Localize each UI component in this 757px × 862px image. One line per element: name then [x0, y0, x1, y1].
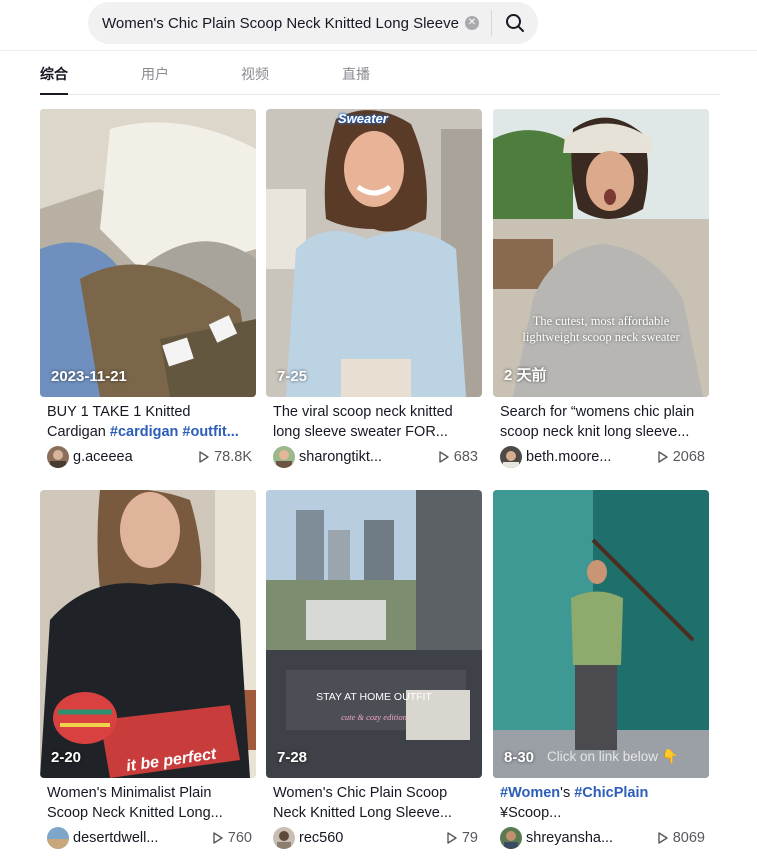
avatar[interactable] — [273, 446, 295, 468]
video-description[interactable]: Women's Minimalist Plain Scoop Neck Knit… — [47, 783, 252, 823]
play-count: 78.8K — [198, 449, 252, 465]
video-meta: desertdwell... 760 — [47, 827, 252, 851]
video-meta: shreyansha... 8069 — [500, 827, 705, 851]
video-date-badge: 8-30 — [504, 749, 535, 766]
video-meta: rec560 79 — [273, 827, 478, 851]
author-name[interactable]: desertdwell... — [73, 830, 185, 846]
video-date-badge: 2023-11-21 — [51, 368, 127, 385]
video-overlay-text: Sweater — [338, 111, 388, 126]
video-card[interactable]: The cutest, most affordable lightweight … — [493, 109, 709, 470]
play-icon — [199, 451, 209, 463]
tab-live[interactable]: 直播 — [342, 64, 370, 95]
play-count: 2068 — [657, 449, 705, 465]
video-date-badge: 2 天前 — [504, 367, 547, 384]
hashtag-link[interactable]: #cardigan — [110, 424, 179, 440]
video-card[interactable]: Click on link below 👇 8-30 #Women's #Chi… — [493, 490, 709, 851]
video-description[interactable]: The viral scoop neck knitted long sleeve… — [273, 402, 478, 442]
avatar[interactable] — [273, 827, 295, 849]
video-thumbnail[interactable]: it be perfect 2-20 — [40, 490, 256, 778]
video-meta: g.aceeea 78.8K — [47, 446, 252, 470]
video-date-badge: 2-20 — [51, 749, 82, 766]
video-overlay-text: The cutest, most affordable lightweight … — [522, 314, 680, 344]
author-name[interactable]: g.aceeea — [73, 449, 185, 465]
video-thumbnail[interactable]: 2023-11-21 — [40, 109, 256, 397]
author-name[interactable]: sharongtikt... — [299, 449, 411, 465]
video-overlay-subtext: cute & cozy edition — [341, 712, 407, 722]
search-icon — [506, 14, 524, 32]
author-name[interactable]: shreyansha... — [526, 830, 638, 846]
video-thumbnail[interactable]: The cutest, most affordable lightweight … — [493, 109, 709, 397]
video-date-badge: 7-28 — [277, 749, 308, 766]
search-button[interactable] — [492, 2, 538, 44]
play-icon — [658, 451, 668, 463]
video-date-badge: 7-25 — [277, 368, 308, 385]
avatar[interactable] — [47, 827, 69, 849]
hashtag-link[interactable]: #outfit... — [182, 424, 238, 440]
search-input[interactable] — [102, 2, 460, 44]
tab-all[interactable]: 综合 — [40, 64, 68, 95]
play-count: 8069 — [657, 830, 705, 846]
video-thumbnail[interactable]: Click on link below 👇 8-30 — [493, 490, 709, 778]
tab-videos[interactable]: 视频 — [241, 64, 269, 95]
play-count: 79 — [446, 830, 478, 846]
play-icon — [658, 832, 668, 844]
avatar[interactable] — [500, 446, 522, 468]
play-icon — [439, 451, 449, 463]
video-thumbnail[interactable]: STAY AT HOME OUTFIT cute & cozy edition … — [266, 490, 482, 778]
video-overlay-text: STAY AT HOME OUTFIT — [316, 691, 432, 703]
search-tabs: 综合 用户 视频 直播 — [40, 64, 720, 95]
video-card[interactable]: Sweater 7-25 The viral scoop neck knitte… — [266, 109, 482, 470]
play-icon — [213, 832, 223, 844]
video-card[interactable]: 2023-11-21 BUY 1 TAKE 1 Knitted Cardigan… — [40, 109, 256, 470]
hashtag-link[interactable]: #ChicPlain — [574, 785, 648, 801]
video-description[interactable]: Search for “womens chic plain scoop neck… — [500, 402, 705, 442]
author-name[interactable]: rec560 — [299, 830, 411, 846]
video-description[interactable]: Women's Chic Plain Scoop Neck Knitted Lo… — [273, 783, 478, 823]
tab-users[interactable]: 用户 — [141, 64, 169, 95]
clear-icon[interactable]: ✕ — [465, 16, 479, 30]
play-count: 760 — [212, 830, 252, 846]
search-bar: ✕ — [88, 2, 538, 44]
video-card[interactable]: STAY AT HOME OUTFIT cute & cozy edition … — [266, 490, 482, 851]
video-meta: sharongtikt... 683 — [273, 446, 478, 470]
video-meta: beth.moore... 2068 — [500, 446, 705, 470]
video-description[interactable]: #Women's #ChicPlain ¥Scoop... — [500, 783, 705, 823]
video-overlay-text: Click on link below 👇 — [547, 749, 679, 764]
header-divider — [0, 50, 757, 51]
video-description[interactable]: BUY 1 TAKE 1 Knitted Cardigan #cardigan … — [47, 402, 252, 442]
play-count: 683 — [438, 449, 478, 465]
hashtag-link[interactable]: #Women — [500, 785, 560, 801]
video-thumbnail[interactable]: Sweater 7-25 — [266, 109, 482, 397]
avatar[interactable] — [47, 446, 69, 468]
avatar[interactable] — [500, 827, 522, 849]
author-name[interactable]: beth.moore... — [526, 449, 638, 465]
video-card[interactable]: it be perfect 2-20 Women's Minimalist Pl… — [40, 490, 256, 851]
play-icon — [447, 832, 457, 844]
